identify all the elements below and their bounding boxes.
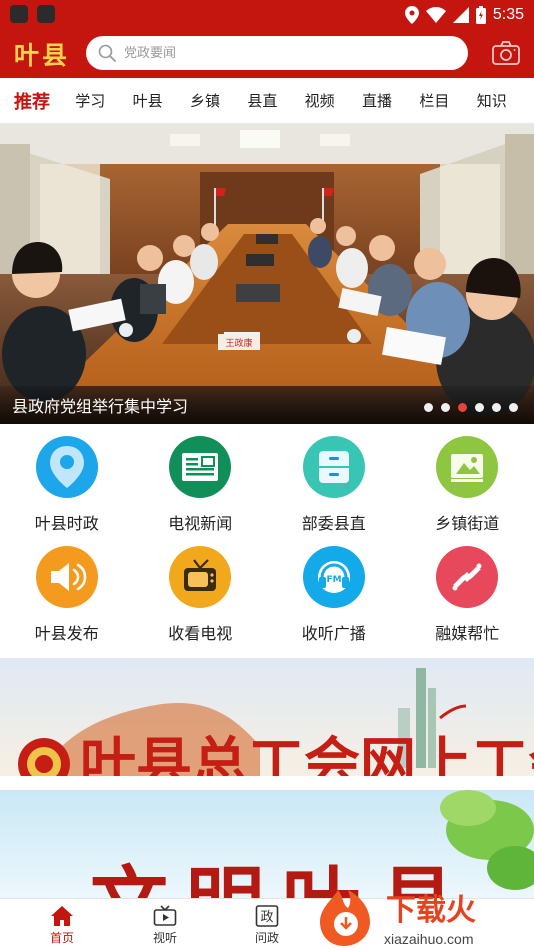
search-bar[interactable] xyxy=(86,36,468,70)
nameplate-text: 王政康 xyxy=(225,337,252,349)
feature-label: 部委县直 xyxy=(301,514,366,533)
signal-icon xyxy=(452,7,469,23)
helping-hands-icon xyxy=(436,546,499,608)
carousel-dots xyxy=(424,403,518,412)
radio-fm-icon: FM xyxy=(302,546,365,608)
location-icon xyxy=(404,6,419,24)
feature-tv-news[interactable]: 电视新闻 xyxy=(134,428,268,538)
tab-yexian[interactable]: 叶县 xyxy=(133,90,190,111)
feature-grid: 叶县时政 电视新闻 部委县直 乡镇街道 叶县发布 收看电视 FM 收听广播 融媒… xyxy=(0,428,534,656)
hero-banner[interactable]: 王政康 县政府党组举行集中学习 xyxy=(0,124,534,424)
tv-icon xyxy=(169,546,232,608)
search-input[interactable] xyxy=(124,45,444,61)
landscape-picture-icon xyxy=(436,436,499,498)
tab-study[interactable]: 学习 xyxy=(75,90,132,111)
carousel-dot[interactable] xyxy=(475,403,484,412)
feature-yexian-politics[interactable]: 叶县时政 xyxy=(0,428,134,538)
nav-inquiry[interactable]: 政 问政 xyxy=(245,905,289,946)
carousel-dot[interactable] xyxy=(509,403,518,412)
nav-audiovisual[interactable]: 视听 xyxy=(143,905,187,946)
watermark-logo: 下载火 xiazaihuo.com xyxy=(318,882,534,950)
app-logo[interactable]: 叶县 xyxy=(14,36,70,72)
svg-text:FM: FM xyxy=(326,575,341,585)
svg-text:政: 政 xyxy=(260,910,273,925)
camera-icon[interactable] xyxy=(492,40,520,66)
tv-play-icon xyxy=(153,905,177,926)
carousel-dot[interactable] xyxy=(441,403,450,412)
promo-banner-union[interactable]: 叶县总工会网上工会 xyxy=(0,658,534,776)
carousel-dot[interactable] xyxy=(492,403,501,412)
feature-yexian-release[interactable]: 叶县发布 xyxy=(0,538,134,648)
nav-label: 视听 xyxy=(152,931,177,945)
tab-knowledge[interactable]: 知识 xyxy=(477,90,534,111)
nav-label: 问政 xyxy=(254,931,279,945)
feature-label: 叶县时政 xyxy=(34,514,99,533)
tab-video[interactable]: 视频 xyxy=(305,90,362,111)
feature-label: 叶县发布 xyxy=(34,624,99,643)
location-pin-icon xyxy=(35,436,98,498)
feature-watch-tv[interactable]: 收看电视 xyxy=(134,538,268,648)
feature-listen-radio[interactable]: FM 收听广播 xyxy=(267,538,401,648)
nav-label: 首页 xyxy=(49,931,74,945)
category-tabs: 推荐 学习 叶县 乡镇 县直 视频 直播 栏目 知识 xyxy=(0,78,534,124)
wifi-icon xyxy=(425,7,446,23)
banner-caption[interactable]: 县政府党组举行集中学习 xyxy=(12,393,188,417)
carousel-dot[interactable] xyxy=(424,403,433,412)
cabinet-icon xyxy=(302,436,365,498)
clock: 5:35 xyxy=(492,6,524,23)
tab-columns[interactable]: 栏目 xyxy=(419,90,476,111)
feature-county-departments[interactable]: 部委县直 xyxy=(267,428,401,538)
promo-banner-image: 叶县总工会网上工会 xyxy=(0,658,534,776)
speaker-icon xyxy=(35,546,98,608)
svg-text:下载火: 下载火 xyxy=(386,893,476,928)
tab-recommend[interactable]: 推荐 xyxy=(14,88,75,114)
newspaper-icon xyxy=(169,436,232,498)
zheng-icon: 政 xyxy=(255,905,279,927)
feature-label: 收听广播 xyxy=(301,624,366,643)
feature-label: 电视新闻 xyxy=(168,514,233,533)
tab-live[interactable]: 直播 xyxy=(362,90,419,111)
tab-towns[interactable]: 乡镇 xyxy=(190,90,247,111)
status-bar: 5:35 xyxy=(0,0,534,30)
tab-county-depts[interactable]: 县直 xyxy=(247,90,304,111)
feature-towns-streets[interactable]: 乡镇街道 xyxy=(401,428,534,538)
feature-label: 融媒帮忙 xyxy=(435,624,500,643)
svg-text:xiazaihuo.com: xiazaihuo.com xyxy=(384,931,474,947)
carousel-dot-active[interactable] xyxy=(458,403,467,412)
feature-media-help[interactable]: 融媒帮忙 xyxy=(401,538,534,648)
feature-label: 收看电视 xyxy=(168,624,233,643)
nav-home[interactable]: 首页 xyxy=(40,905,84,946)
meeting-photo: 王政康 xyxy=(0,124,534,424)
search-icon xyxy=(98,44,116,62)
promo1-title: 叶县总工会网上工会 xyxy=(80,731,534,776)
home-icon xyxy=(51,906,73,926)
notification-icon xyxy=(10,5,28,23)
app-header: 5:35 叶县 xyxy=(0,0,534,78)
battery-icon xyxy=(475,6,486,24)
notification-icon xyxy=(37,5,55,23)
feature-label: 乡镇街道 xyxy=(435,514,500,533)
